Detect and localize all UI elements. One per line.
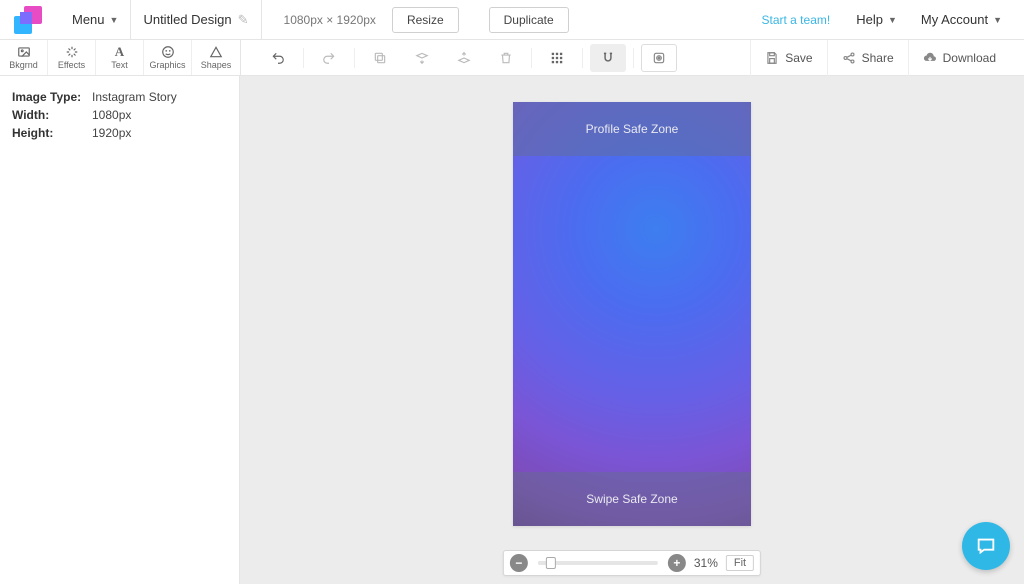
smiley-icon: [161, 45, 175, 59]
download-button[interactable]: Download: [908, 40, 1010, 76]
zoom-controls: − + 31% Fit: [503, 550, 761, 576]
save-button[interactable]: Save: [750, 40, 826, 76]
tab-effects[interactable]: Effects: [48, 40, 96, 75]
triangle-icon: [209, 45, 223, 59]
text-icon: A: [115, 45, 124, 59]
prop-width: Width: 1080px: [12, 108, 227, 122]
prop-value: 1080px: [92, 108, 131, 122]
tab-label: Bkgrnd: [9, 60, 38, 70]
safezone-button[interactable]: [641, 44, 677, 72]
redo-button[interactable]: [311, 44, 347, 72]
zoom-value: 31%: [694, 556, 718, 570]
left-tool-tabs: Bkgrnd Effects A Text Graphics Shapes: [0, 40, 241, 75]
prop-value: 1920px: [92, 126, 131, 140]
top-header: Menu ▼ Untitled Design ✎ 1080px × 1920px…: [0, 0, 1024, 40]
save-icon: [765, 51, 779, 65]
zoom-slider[interactable]: [538, 561, 658, 565]
duplicate-button[interactable]: Duplicate: [489, 7, 569, 33]
save-label: Save: [785, 51, 812, 65]
help-chat-button[interactable]: [962, 522, 1010, 570]
prop-image-type: Image Type: Instagram Story: [12, 90, 227, 104]
tab-label: Text: [111, 60, 128, 70]
properties-panel: Image Type: Instagram Story Width: 1080p…: [0, 76, 240, 584]
profile-safe-zone: Profile Safe Zone: [513, 102, 751, 156]
copy-button[interactable]: [362, 44, 398, 72]
prop-height: Height: 1920px: [12, 126, 227, 140]
layer-up-button[interactable]: [446, 44, 482, 72]
safe-zone-label: Profile Safe Zone: [586, 122, 679, 136]
app-logo: [14, 6, 42, 34]
prop-label: Width:: [12, 108, 92, 122]
tab-label: Shapes: [201, 60, 232, 70]
share-icon: [842, 51, 856, 65]
menu-label: Menu: [72, 12, 105, 27]
download-icon: [923, 51, 937, 65]
resize-button[interactable]: Resize: [392, 7, 459, 33]
delete-button[interactable]: [488, 44, 524, 72]
share-label: Share: [862, 51, 894, 65]
sparkle-icon: [65, 45, 79, 59]
safe-zone-label: Swipe Safe Zone: [586, 492, 677, 506]
doc-title-button[interactable]: Untitled Design ✎: [130, 0, 260, 40]
body-area: Image Type: Instagram Story Width: 1080p…: [0, 76, 1024, 584]
image-icon: [17, 45, 31, 59]
pencil-icon: ✎: [238, 12, 249, 28]
snap-button[interactable]: [590, 44, 626, 72]
account-dropdown[interactable]: My Account ▼: [909, 0, 1014, 40]
dimensions-text: 1080px × 1920px: [274, 13, 386, 27]
design-canvas[interactable]: Profile Safe Zone Swipe Safe Zone: [513, 102, 751, 526]
layer-down-button[interactable]: [404, 44, 440, 72]
share-button[interactable]: Share: [827, 40, 908, 76]
help-dropdown[interactable]: Help ▼: [844, 0, 909, 40]
zoom-in-button[interactable]: +: [668, 554, 686, 572]
download-label: Download: [943, 51, 996, 65]
zoom-fit-button[interactable]: Fit: [726, 555, 754, 571]
chevron-down-icon: ▼: [888, 15, 897, 25]
zoom-out-button[interactable]: −: [510, 554, 528, 572]
help-label: Help: [856, 12, 883, 27]
prop-label: Height:: [12, 126, 92, 140]
prop-value: Instagram Story: [92, 90, 177, 104]
toolbar: Bkgrnd Effects A Text Graphics Shapes: [0, 40, 1024, 76]
menu-dropdown[interactable]: Menu ▼: [60, 0, 130, 40]
mid-toolbar: [241, 40, 680, 75]
account-label: My Account: [921, 12, 988, 27]
chevron-down-icon: ▼: [993, 15, 1002, 25]
grid-button[interactable]: [539, 44, 575, 72]
tab-shapes[interactable]: Shapes: [192, 40, 240, 75]
tab-bkgrnd[interactable]: Bkgrnd: [0, 40, 48, 75]
doc-title-text: Untitled Design: [143, 12, 231, 27]
dimensions-group: 1080px × 1920px Resize: [261, 0, 471, 40]
zoom-thumb[interactable]: [546, 557, 556, 569]
tab-label: Graphics: [149, 60, 185, 70]
undo-button[interactable]: [260, 44, 296, 72]
canvas-area[interactable]: Profile Safe Zone Swipe Safe Zone − + 31…: [240, 76, 1024, 584]
chat-icon: [975, 535, 997, 557]
tab-text[interactable]: A Text: [96, 40, 144, 75]
tab-graphics[interactable]: Graphics: [144, 40, 192, 75]
tab-label: Effects: [58, 60, 85, 70]
chevron-down-icon: ▼: [110, 15, 119, 25]
prop-label: Image Type:: [12, 90, 92, 104]
right-toolbar: Save Share Download: [750, 40, 1024, 75]
swipe-safe-zone: Swipe Safe Zone: [513, 472, 751, 526]
start-team-link[interactable]: Start a team!: [748, 13, 845, 27]
